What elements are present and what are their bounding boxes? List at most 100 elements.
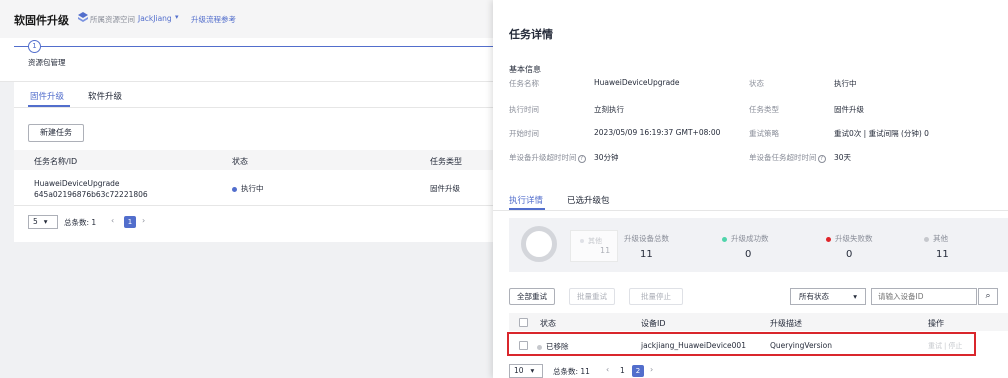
timeout-label-text: 单设备升级超时时间 — [509, 153, 577, 162]
tab-firmware[interactable]: 固件升级 — [30, 90, 64, 102]
column-header-status: 状态 — [232, 157, 248, 166]
chevron-down-icon: ▾ — [853, 292, 857, 301]
step-line — [14, 46, 493, 47]
total-count: 总条数: 1 — [64, 218, 97, 227]
field-label: 单设备升级超时时间? — [509, 152, 586, 163]
progress-ring — [521, 226, 557, 262]
field-label: 开始时间 — [509, 129, 539, 138]
device-search-input[interactable] — [871, 288, 977, 305]
section-title: 基本信息 — [509, 65, 541, 74]
tooltip-label-text: 其他 — [588, 237, 602, 245]
field-value: 重试0次 | 重试间隔 (分钟) 0 — [834, 129, 929, 138]
field-value: 30天 — [834, 153, 852, 162]
stat-label: 升级失败数 — [826, 233, 873, 244]
field-value: 执行中 — [834, 79, 857, 88]
task-type: 固件升级 — [430, 184, 460, 193]
step-indicator: 1 — [28, 40, 41, 53]
status-filter-select[interactable]: 所有状态 ▾ — [790, 288, 866, 305]
tooltip-label: 其他 — [580, 236, 602, 246]
left-page: 软固件升级 所属资源空间 JackJiang ▾ 升级流程参考 1 资源包管理 … — [0, 0, 493, 378]
status-badge: 执行中 — [232, 183, 264, 194]
other-dot-icon — [580, 239, 584, 243]
chevron-down-icon: ▾ — [43, 217, 48, 226]
workspace-label: 所属资源空间 — [90, 15, 135, 24]
page-1-button[interactable]: 1 — [620, 366, 625, 375]
tooltip-value: 11 — [600, 246, 611, 255]
tab-divider — [493, 210, 1008, 211]
next-page-icon[interactable]: › — [142, 216, 145, 225]
column-header-type: 任务类型 — [430, 157, 462, 166]
stat-label: 其他 — [924, 233, 948, 244]
page-1-button[interactable]: 1 — [124, 216, 136, 228]
step-label: 资源包管理 — [28, 58, 66, 67]
chevron-down-icon[interactable]: ▾ — [175, 13, 179, 21]
field-value: HuaweiDeviceUpgrade — [594, 78, 680, 87]
task-id: 645a02196876b63c72221806 — [34, 190, 148, 199]
panel-title: 任务详情 — [509, 28, 553, 41]
task-timeout-label-text: 单设备任务超时时间 — [749, 153, 817, 162]
page-size-value: 5 — [33, 217, 38, 226]
field-label: 状态 — [749, 79, 764, 88]
success-label-text: 升级成功数 — [731, 234, 769, 243]
retry-all-button[interactable]: 全部重试 — [509, 288, 555, 305]
field-label: 重试策略 — [749, 129, 779, 138]
top-bar — [0, 0, 493, 38]
highlight-box — [507, 332, 976, 356]
help-icon[interactable]: ? — [817, 155, 826, 163]
column-header-actions: 操作 — [928, 319, 944, 328]
other-label-text: 其他 — [933, 234, 948, 243]
status-dot-icon — [232, 186, 237, 192]
field-label: 单设备任务超时时间? — [749, 152, 826, 163]
step-bar — [0, 38, 493, 82]
tab-divider — [14, 107, 493, 108]
stat-value: 11 — [640, 249, 653, 260]
select-all-checkbox[interactable] — [519, 318, 528, 327]
status-text: 执行中 — [241, 184, 264, 193]
stat-label: 升级设备总数 — [624, 234, 669, 243]
help-icon[interactable]: ? — [577, 155, 586, 163]
field-label: 任务类型 — [749, 105, 779, 114]
upgrade-guide-link[interactable]: 升级流程参考 — [191, 14, 236, 25]
total-count: 总条数: 11 — [553, 367, 590, 376]
field-value: 2023/05/09 16:19:37 GMT+08:00 — [594, 128, 721, 137]
resource-space-icon — [78, 12, 88, 22]
stat-value: 0 — [846, 249, 853, 260]
fail-label-text: 升级失败数 — [835, 234, 873, 243]
stat-value: 0 — [745, 249, 752, 260]
page-title: 软固件升级 — [14, 14, 69, 27]
tab-software[interactable]: 软件升级 — [88, 90, 122, 102]
page-size-select[interactable]: 5 ▾ — [28, 215, 58, 229]
status-filter-value: 所有状态 — [799, 292, 829, 301]
chart-tooltip — [570, 230, 618, 262]
other-dot-icon — [924, 236, 929, 242]
field-label: 执行时间 — [509, 105, 539, 114]
fail-dot-icon — [826, 236, 831, 242]
search-icon[interactable]: ⌕ — [978, 288, 998, 305]
success-dot-icon — [722, 236, 727, 242]
task-table-header — [14, 150, 493, 170]
chevron-down-icon: ▾ — [530, 366, 535, 375]
field-value: 立刻执行 — [594, 105, 624, 114]
page-size-select[interactable]: 10 ▾ — [509, 364, 543, 378]
column-header-device-id: 设备ID — [641, 319, 666, 328]
tab-execution-detail[interactable]: 执行详情 — [509, 194, 543, 206]
prev-page-icon[interactable]: ‹ — [111, 216, 114, 225]
batch-stop-button[interactable]: 批量停止 — [629, 288, 683, 305]
stat-value: 11 — [936, 249, 949, 260]
field-label: 任务名称 — [509, 79, 539, 88]
new-task-button[interactable]: 新建任务 — [28, 124, 84, 142]
page-size-value: 10 — [514, 366, 524, 375]
prev-page-icon[interactable]: ‹ — [606, 365, 609, 374]
workspace-select[interactable]: JackJiang — [138, 14, 172, 23]
batch-retry-button[interactable]: 批量重试 — [569, 288, 615, 305]
column-header-status: 状态 — [540, 319, 556, 328]
task-name[interactable]: HuaweiDeviceUpgrade — [34, 179, 120, 188]
column-header-description: 升级描述 — [770, 319, 802, 328]
next-page-icon[interactable]: › — [650, 365, 653, 374]
field-value: 固件升级 — [834, 105, 864, 114]
stat-label: 升级成功数 — [722, 233, 769, 244]
field-value: 30分钟 — [594, 153, 619, 162]
column-header-name: 任务名称/ID — [34, 157, 78, 166]
page-2-button[interactable]: 2 — [632, 365, 644, 377]
tab-selected-package[interactable]: 已选升级包 — [567, 194, 610, 206]
